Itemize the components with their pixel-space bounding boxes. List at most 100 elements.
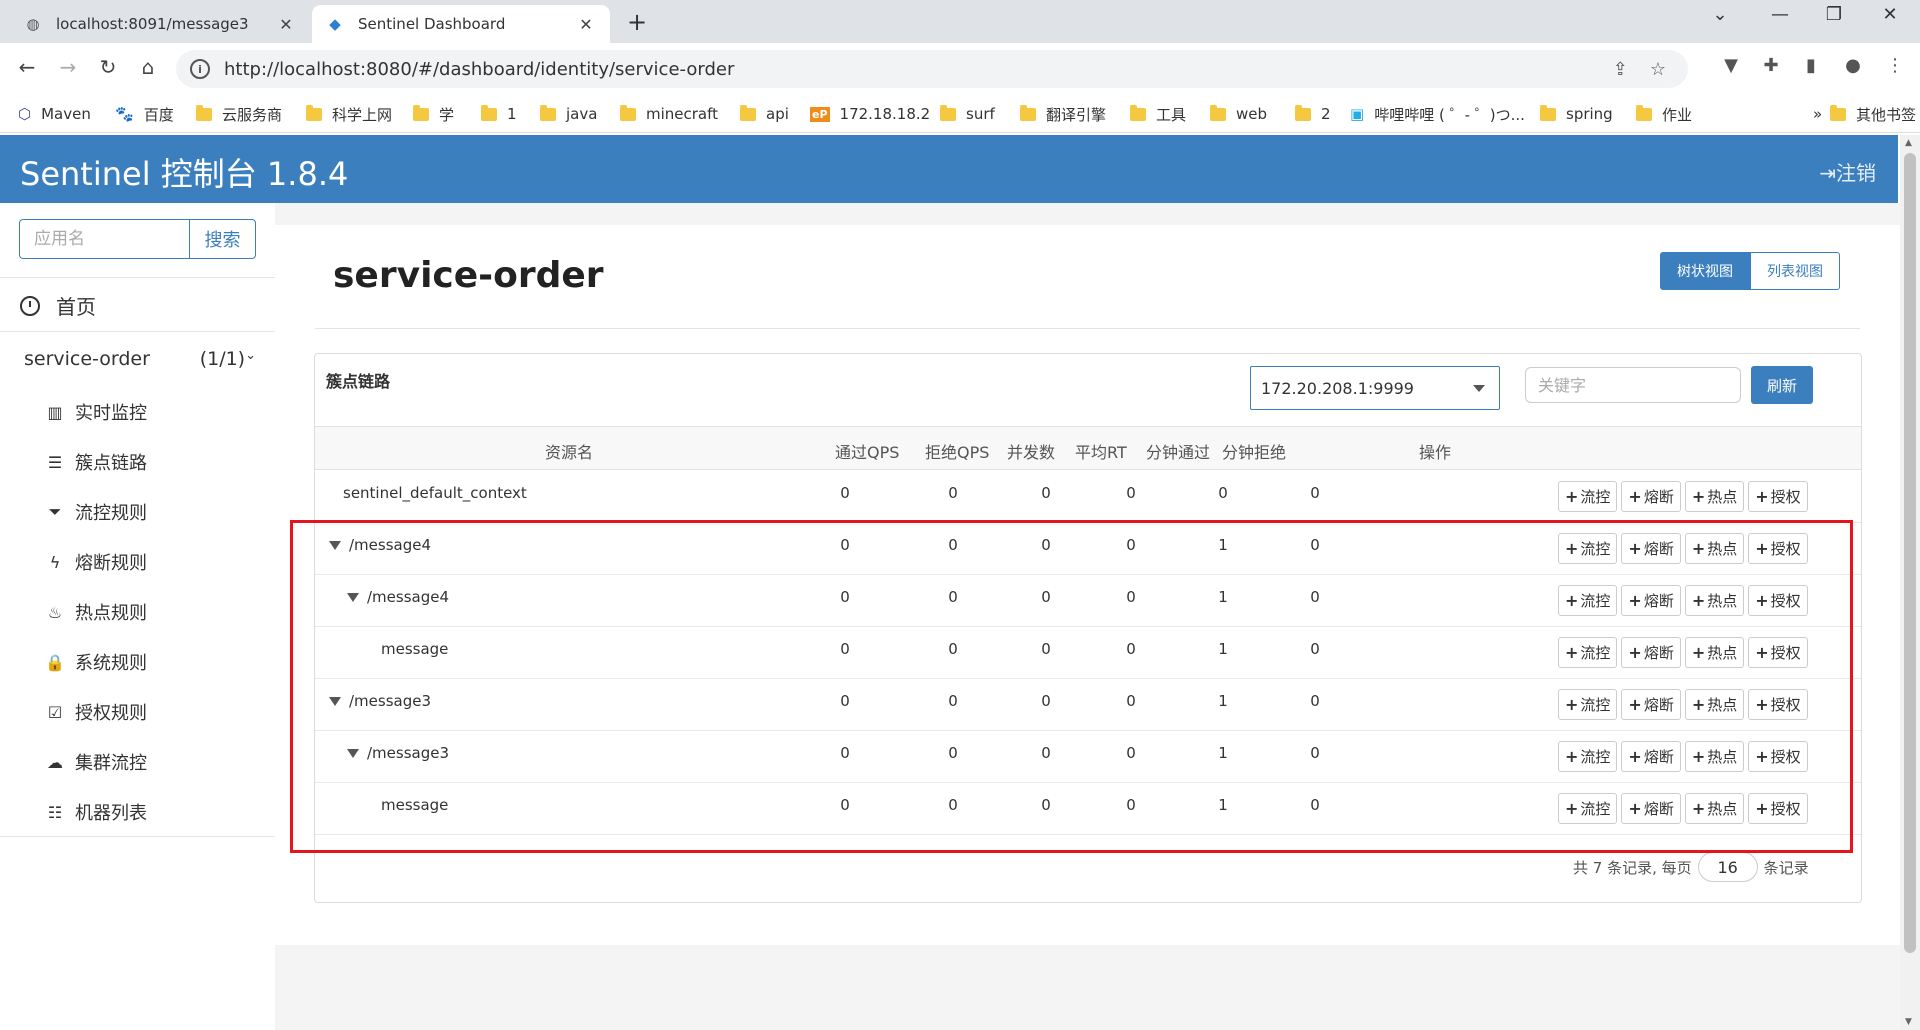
bookmark-item[interactable]: 学	[413, 101, 454, 127]
sidebar-app-service-order[interactable]: service-order (1/1)⌄	[24, 348, 256, 370]
sidebar-item-7[interactable]: ☑ 授权规则	[45, 699, 147, 725]
bookmark-item[interactable]: 1	[481, 101, 517, 127]
list-view-button[interactable]: 列表视图	[1750, 252, 1840, 290]
op-button-2[interactable]: + 熔断	[1621, 741, 1681, 772]
close-tab-icon[interactable]: ✕	[276, 15, 296, 34]
site-info-icon[interactable]: i	[190, 59, 210, 79]
bookmark-more[interactable]: »	[1813, 101, 1822, 127]
bookmark-item[interactable]: 翻译引擎	[1020, 101, 1106, 127]
op-button-4[interactable]: + 授权	[1748, 637, 1808, 668]
op-button-1[interactable]: + 流控	[1558, 741, 1618, 772]
close-tab-icon[interactable]: ✕	[576, 15, 596, 34]
sidebar-item-5[interactable]: ♨ 热点规则	[45, 599, 147, 625]
bookmark-item[interactable]: 云服务商	[196, 101, 282, 127]
scroll-up-arrow-icon[interactable]: ▲	[1905, 138, 1912, 148]
more-bookmarks-icon[interactable]: »	[1813, 105, 1822, 123]
page-size-input[interactable]	[1697, 852, 1758, 882]
op-button-4[interactable]: + 授权	[1748, 533, 1808, 564]
op-button-3[interactable]: + 热点	[1684, 585, 1745, 616]
bookmark-item[interactable]: 作业	[1636, 101, 1692, 127]
logout-link[interactable]: ⇥注销	[1819, 157, 1876, 186]
side-panel-icon[interactable]: ▮	[1796, 55, 1826, 76]
op-button-3[interactable]: + 热点	[1684, 533, 1745, 564]
share-icon[interactable]: ⇪	[1613, 59, 1628, 80]
address-url[interactable]: http://localhost:8080/#/dashboard/identi…	[224, 59, 1613, 80]
page-scrollbar[interactable]: ▲ ▼	[1900, 135, 1920, 1030]
new-tab-button[interactable]: +	[622, 8, 652, 36]
op-button-2[interactable]: + 熔断	[1621, 481, 1681, 512]
caret-down-icon[interactable]	[347, 748, 359, 758]
tree-view-button[interactable]: 树状视图	[1660, 252, 1750, 290]
tab-search-chevron-icon[interactable]: ⌄	[1700, 4, 1740, 25]
bookmark-item[interactable]: surf	[940, 101, 995, 127]
bookmark-item[interactable]: java	[540, 101, 597, 127]
caret-down-icon[interactable]	[329, 696, 341, 706]
back-button[interactable]: ←	[12, 55, 42, 79]
op-button-3[interactable]: + 热点	[1684, 481, 1745, 512]
sidebar-item-9[interactable]: ☷ 机器列表	[45, 799, 147, 825]
scroll-thumb[interactable]	[1904, 153, 1916, 953]
profile-avatar-icon[interactable]: ●	[1838, 55, 1868, 76]
op-button-4[interactable]: + 授权	[1748, 481, 1808, 512]
extensions-puzzle-icon[interactable]: ✚	[1756, 55, 1786, 76]
scroll-down-arrow-icon[interactable]: ▼	[1905, 1017, 1912, 1027]
op-button-4[interactable]: + 授权	[1748, 741, 1808, 772]
op-button-2[interactable]: + 熔断	[1621, 689, 1681, 720]
minimize-button[interactable]: —	[1760, 4, 1800, 25]
sidebar-item-3[interactable]: ⏷ 流控规则	[45, 499, 147, 525]
other-bookmarks[interactable]: 其他书签	[1830, 101, 1916, 127]
op-button-1[interactable]: + 流控	[1558, 585, 1618, 616]
op-button-4[interactable]: + 授权	[1748, 585, 1808, 616]
bookmark-item[interactable]: ⬡ Maven	[18, 101, 91, 127]
app-search-button[interactable]: 搜索	[189, 219, 256, 259]
browser-tab-message3[interactable]: ◍ localhost:8091/message3 ✕	[10, 5, 310, 43]
reload-button[interactable]: ↻	[93, 55, 123, 79]
bookmark-item[interactable]: ▣ 哔哩哔哩 ( ゜- ゜)つ...	[1350, 101, 1525, 127]
bookmark-item[interactable]: 2	[1295, 101, 1331, 127]
restore-button[interactable]: ❐	[1814, 4, 1854, 25]
op-button-1[interactable]: + 流控	[1558, 793, 1618, 824]
address-bar[interactable]: i http://localhost:8080/#/dashboard/iden…	[176, 50, 1688, 88]
home-button[interactable]: ⌂	[133, 55, 163, 79]
machine-select[interactable]: 172.20.208.1:9999	[1250, 366, 1500, 410]
sidebar-item-6[interactable]: 🔒 系统规则	[45, 649, 147, 675]
op-button-2[interactable]: + 熔断	[1621, 793, 1681, 824]
op-button-1[interactable]: + 流控	[1558, 533, 1618, 564]
browser-tab-sentinel[interactable]: ◆ Sentinel Dashboard ✕	[312, 5, 610, 43]
sidebar-item-4[interactable]: ϟ 熔断规则	[45, 549, 147, 575]
sidebar-item-home[interactable]: 首页	[20, 291, 96, 320]
op-button-1[interactable]: + 流控	[1558, 637, 1618, 668]
refresh-button[interactable]: 刷新	[1751, 366, 1813, 404]
sidebar-item-1[interactable]: ▥ 实时监控	[45, 399, 147, 425]
bookmark-item[interactable]: minecraft	[620, 101, 718, 127]
op-button-3[interactable]: + 热点	[1684, 637, 1745, 668]
op-button-1[interactable]: + 流控	[1558, 481, 1618, 512]
op-button-3[interactable]: + 热点	[1684, 689, 1745, 720]
forward-button[interactable]: →	[53, 55, 83, 79]
bookmark-item[interactable]: api	[740, 101, 789, 127]
sidebar-item-8[interactable]: ☁ 集群流控	[45, 749, 147, 775]
op-button-4[interactable]: + 授权	[1748, 793, 1808, 824]
bookmark-star-icon[interactable]: ☆	[1650, 59, 1666, 80]
browser-menu-icon[interactable]: ⋮	[1880, 55, 1910, 76]
op-button-1[interactable]: + 流控	[1558, 689, 1618, 720]
bookmark-item[interactable]: 🐾 百度	[115, 101, 174, 127]
op-button-2[interactable]: + 熔断	[1621, 533, 1681, 564]
bookmark-item[interactable]: eP 172.18.18.2	[810, 101, 930, 127]
bookmark-item[interactable]: web	[1210, 101, 1267, 127]
keyword-input[interactable]	[1525, 367, 1741, 403]
op-button-4[interactable]: + 授权	[1748, 689, 1808, 720]
extension-vue-icon[interactable]: ▼	[1716, 55, 1746, 76]
caret-down-icon[interactable]	[347, 592, 359, 602]
op-button-2[interactable]: + 熔断	[1621, 637, 1681, 668]
caret-down-icon[interactable]	[329, 540, 341, 550]
bookmark-item[interactable]: 科学上网	[306, 101, 392, 127]
sidebar-item-2[interactable]: ☰ 簇点链路	[45, 449, 147, 475]
op-button-3[interactable]: + 热点	[1684, 741, 1745, 772]
app-search-input[interactable]	[19, 219, 189, 259]
op-button-3[interactable]: + 热点	[1684, 793, 1745, 824]
op-button-2[interactable]: + 熔断	[1621, 585, 1681, 616]
close-window-button[interactable]: ✕	[1870, 4, 1910, 25]
bookmark-item[interactable]: spring	[1540, 101, 1613, 127]
bookmark-item[interactable]: 工具	[1130, 101, 1186, 127]
